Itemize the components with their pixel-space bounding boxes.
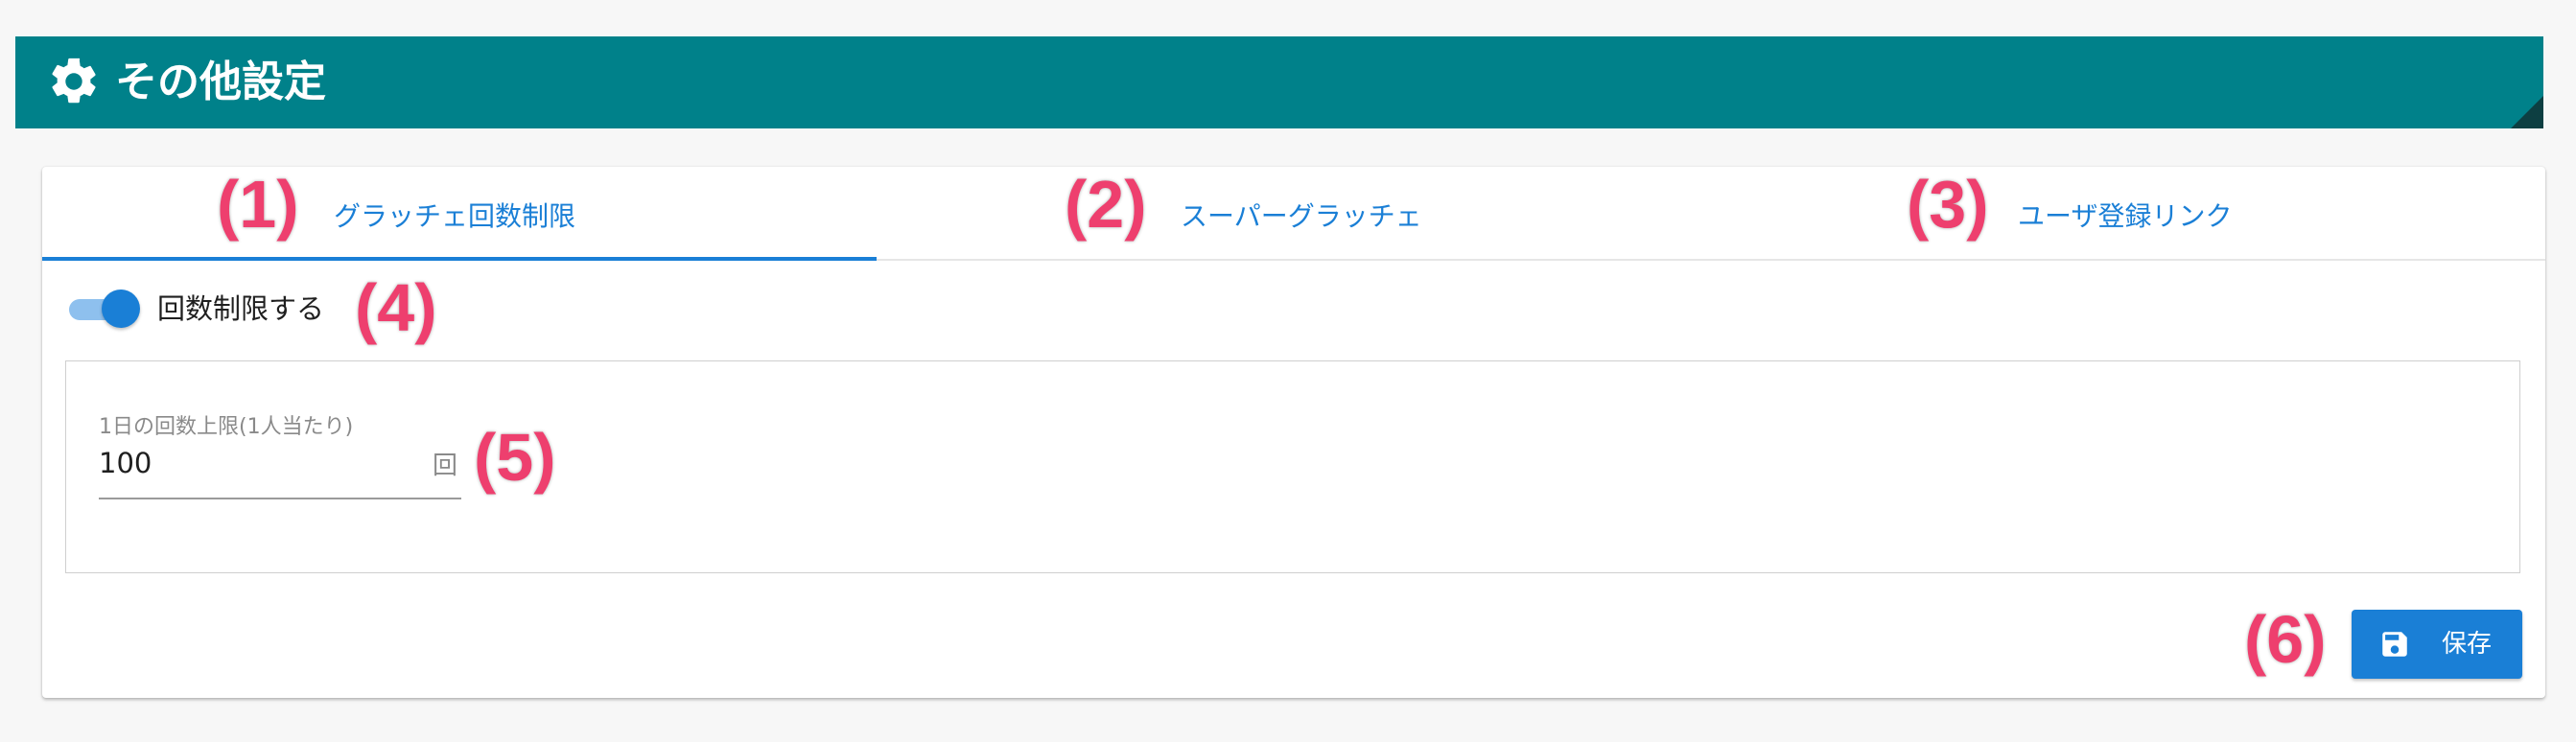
save-button[interactable]: 保存 xyxy=(2352,610,2522,679)
daily-limit-input[interactable] xyxy=(99,442,459,484)
tab-label: グラッチェ回数制限 xyxy=(334,200,576,232)
callout-4: (4) xyxy=(354,270,439,345)
callout-2: (2) xyxy=(1064,167,1149,242)
limit-settings-panel: 1日の回数上限(1人当たり) 回 xyxy=(65,360,2520,573)
header-fold-corner xyxy=(2511,96,2543,128)
tab-user-registration-link[interactable]: ユーザ登録リンク xyxy=(1711,167,2545,259)
page-title: その他設定 xyxy=(115,58,326,106)
page-header: その他設定 xyxy=(15,36,2543,128)
callout-3: (3) xyxy=(1906,167,1991,242)
daily-limit-unit: 回 xyxy=(433,452,458,480)
toggle-knob xyxy=(102,290,140,328)
tab-super-gracche[interactable]: スーパーグラッチェ xyxy=(877,167,1711,259)
tab-label: スーパーグラッチェ xyxy=(1181,200,1422,232)
tab-bar: グラッチェ回数制限 スーパーグラッチェ ユーザ登録リンク xyxy=(42,167,2545,261)
limit-toggle[interactable] xyxy=(65,290,142,328)
floppy-disk-icon xyxy=(2382,632,2407,657)
callout-6: (6) xyxy=(2243,602,2329,677)
daily-limit-label: 1日の回数上限(1人当たり) xyxy=(99,415,354,439)
callout-1: (1) xyxy=(216,167,301,242)
gear-icon xyxy=(52,58,96,104)
daily-limit-underline xyxy=(99,498,461,499)
tab-label: ユーザ登録リンク xyxy=(2018,200,2233,232)
tab-gracche-limit[interactable]: グラッチェ回数制限 xyxy=(42,167,877,261)
callout-5: (5) xyxy=(473,420,558,495)
settings-card: グラッチェ回数制限 スーパーグラッチェ ユーザ登録リンク 回数制限する 1日の回… xyxy=(42,167,2545,698)
save-button-label: 保存 xyxy=(2442,630,2493,659)
limit-toggle-label: 回数制限する xyxy=(157,292,325,325)
